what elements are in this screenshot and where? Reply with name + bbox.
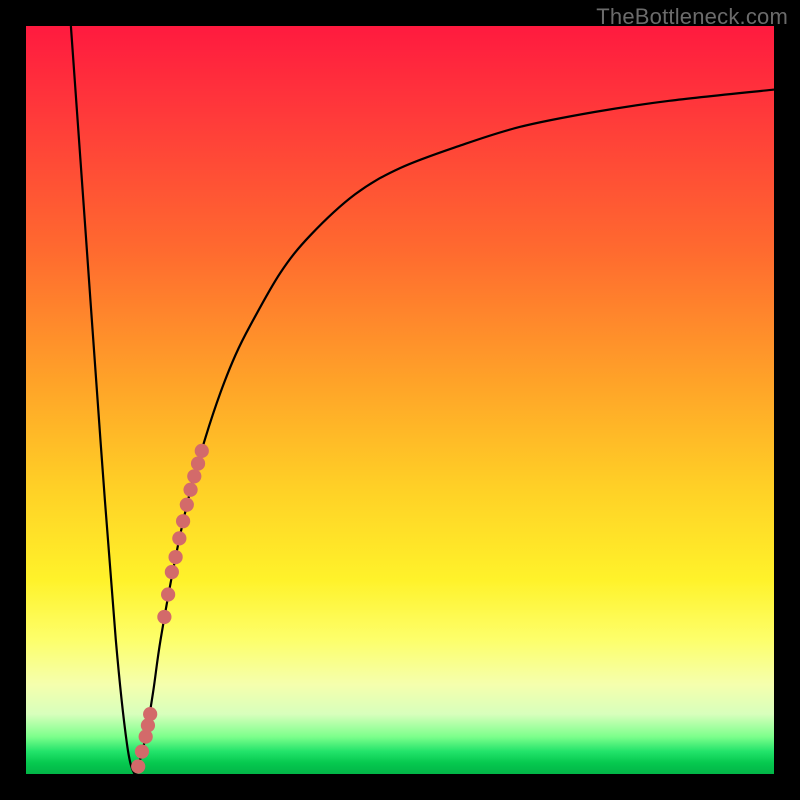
watermark-text: TheBottleneck.com — [596, 4, 788, 30]
bottleneck-curve — [71, 26, 774, 775]
highlight-dot — [172, 531, 186, 545]
plot-area — [26, 26, 774, 774]
highlight-dot — [195, 444, 209, 458]
curve-path — [71, 26, 774, 775]
highlight-dot — [165, 565, 179, 579]
highlight-dot — [176, 514, 190, 528]
highlight-dot — [161, 587, 175, 601]
highlight-dot — [187, 469, 201, 483]
highlight-dot — [180, 498, 194, 512]
highlight-dot — [191, 456, 205, 470]
chart-frame: TheBottleneck.com — [0, 0, 800, 800]
highlight-dot — [135, 744, 149, 758]
highlight-dot — [143, 707, 157, 721]
highlight-dot — [131, 759, 145, 773]
highlight-dot — [168, 550, 182, 564]
curve-layer — [26, 26, 774, 774]
highlight-dot — [183, 483, 197, 497]
highlight-dots — [131, 444, 209, 774]
highlight-dot — [157, 610, 171, 624]
